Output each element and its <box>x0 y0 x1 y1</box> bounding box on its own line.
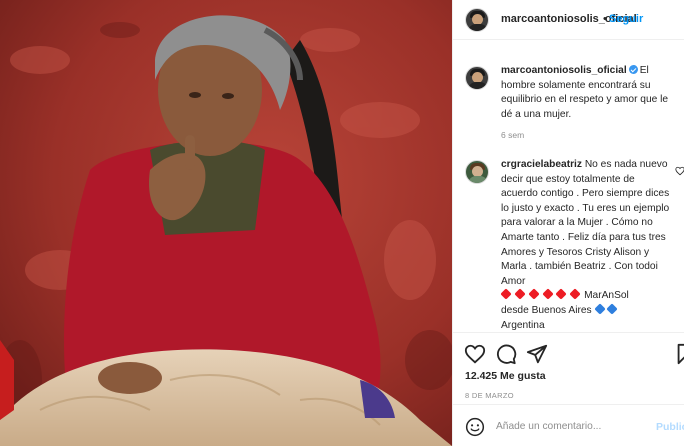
likes-count[interactable]: 12.425 Me gusta <box>465 370 546 382</box>
header-separator: • <box>603 13 607 25</box>
red-hearts-emoji <box>500 288 581 301</box>
add-comment-bar: Añade un comentario... Publicar <box>453 404 684 446</box>
share-icon[interactable] <box>526 343 548 365</box>
post-image <box>0 0 452 446</box>
save-icon[interactable] <box>674 343 684 365</box>
caption-timestamp[interactable]: 6 sem <box>501 130 524 140</box>
comment-input[interactable]: Añade un comentario... <box>496 421 601 432</box>
commenter-username[interactable]: crgracielabeatriz <box>501 159 582 170</box>
caption-text-block: marcoantoniosolis_oficial El hombre solam… <box>501 64 681 122</box>
comment-text: No es nada nuevo decir que estoy totalme… <box>501 159 670 287</box>
verified-badge-icon <box>628 65 638 74</box>
post-sidebar: marcoantoniosolis_oficial • Seguir marco… <box>452 0 684 446</box>
follow-button[interactable]: Seguir <box>609 13 643 25</box>
heart-icon[interactable] <box>464 343 486 365</box>
caption-username[interactable]: marcoantoniosolis_oficial <box>501 65 627 76</box>
comment-signature-1: MarAnSol <box>584 290 629 302</box>
publish-button[interactable]: Publicar <box>656 421 684 433</box>
commenter-avatar[interactable] <box>465 160 489 184</box>
comment-signature-3: Argentina <box>501 319 545 331</box>
comment-signature-2: desde Buenos Aires <box>501 304 592 316</box>
caption-avatar[interactable] <box>465 66 489 90</box>
comment-icon[interactable] <box>495 343 517 365</box>
post-date[interactable]: 8 DE MARZO <box>465 391 514 400</box>
comment-like-icon[interactable] <box>675 166 684 176</box>
comment-text-block: crgracielabeatriz No es nada nuevo decir… <box>500 158 673 333</box>
emoji-icon[interactable] <box>465 417 485 437</box>
author-avatar[interactable] <box>465 8 489 32</box>
blue-hearts-emoji <box>594 303 619 316</box>
post-photo[interactable] <box>0 0 452 446</box>
post-header: marcoantoniosolis_oficial • Seguir <box>453 0 684 40</box>
